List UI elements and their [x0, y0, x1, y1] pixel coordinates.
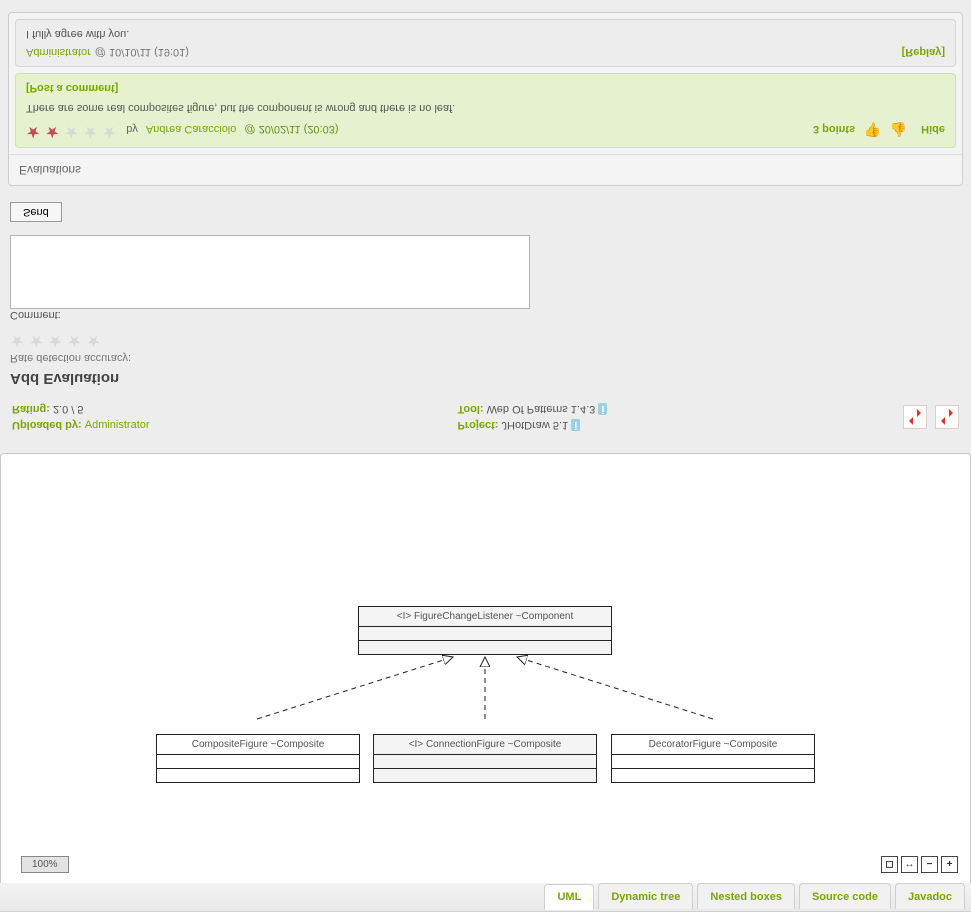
view-tabs: UML Dynamic tree Nested boxes Source cod…	[0, 883, 971, 912]
evaluations-header: Evaluations	[9, 154, 962, 185]
star-filled-icon	[45, 123, 61, 139]
star-empty-icon	[64, 123, 80, 139]
uml-class-decorator-figure[interactable]: DecoratorFigure ~Composite	[611, 734, 815, 783]
eval-points: 3 points	[813, 124, 855, 136]
comment-textarea[interactable]	[10, 235, 530, 309]
tab-dynamic-tree[interactable]: Dynamic tree	[598, 883, 693, 909]
hide-link[interactable]: Hide	[921, 124, 945, 136]
zoom-out-icon[interactable]: −	[921, 856, 938, 873]
tool-value: Web Of Patterns 1.4.3	[487, 403, 596, 415]
fit-width-icon[interactable]: ↔	[901, 856, 918, 873]
eval-stars	[26, 120, 118, 139]
reply-author-link[interactable]: Administrator	[26, 46, 91, 58]
tab-nested-boxes[interactable]: Nested boxes	[697, 883, 795, 909]
collapse-icon[interactable]	[903, 405, 927, 429]
expand-icon[interactable]	[935, 405, 959, 429]
star-3[interactable]	[48, 332, 64, 348]
star-empty-icon	[102, 123, 118, 139]
rate-accuracy-label: Rate detection accuracy:	[10, 352, 961, 364]
rating-stars	[10, 329, 961, 348]
rating-value: 2.0 / 5	[53, 403, 84, 415]
send-button[interactable]: Send	[10, 202, 62, 222]
project-label: Project:	[458, 419, 499, 431]
fit-icon[interactable]: ◻	[881, 856, 898, 873]
uml-diagram-panel: 100% ◻ ↔ − + CompositeFigure ~Composite …	[0, 453, 971, 883]
star-empty-icon	[83, 123, 99, 139]
info-icon[interactable]: i	[571, 419, 580, 431]
thumbs-up-icon[interactable]: 👍	[889, 121, 907, 139]
evaluations-panel: Evaluations by Andrea Caracciolo @ 20/02…	[8, 12, 963, 186]
uploaded-by-link[interactable]: Administrator	[85, 419, 150, 431]
tab-source-code[interactable]: Source code	[799, 883, 891, 909]
info-icon[interactable]: i	[598, 403, 607, 415]
reply-link[interactable]: [Replay]	[902, 46, 945, 58]
tab-uml[interactable]: UML	[544, 884, 594, 910]
uml-class-composite-figure[interactable]: CompositeFigure ~Composite	[156, 734, 360, 783]
thumbs-down-icon[interactable]: 👎	[863, 121, 881, 139]
post-comment-link[interactable]: [Post a comment]	[26, 82, 118, 94]
eval-body-text: There are some real composites figure, b…	[26, 102, 945, 114]
star-4[interactable]	[67, 332, 83, 348]
evaluation-item: by Andrea Caracciolo @ 20/02/11 (20:03) …	[15, 73, 956, 148]
uml-class-connection-figure[interactable]: <I> ConnectionFigure ~Composite	[373, 734, 597, 783]
uml-class-figure-change-listener[interactable]: <I> FigureChangeListener ~Component	[358, 606, 612, 655]
comment-label: Comment:	[10, 309, 961, 321]
rating-label: Rating:	[12, 403, 50, 415]
reply-body-text: I fully agree with you.	[26, 28, 945, 40]
action-buttons	[903, 405, 959, 429]
tab-javadoc[interactable]: Javadoc	[895, 883, 965, 909]
evaluation-reply: Administrator @ 10/10/11 (19:01) [Replay…	[15, 19, 956, 67]
uml-relations	[1, 454, 970, 883]
reply-timestamp: @ 10/10/11 (19:01)	[95, 46, 189, 58]
project-value: JHotDraw 5.1	[502, 419, 569, 431]
meta-info-row: Uploaded by: Administrator Rating: 2.0 /…	[6, 395, 965, 439]
star-5[interactable]	[86, 332, 102, 348]
star-1[interactable]	[10, 332, 26, 348]
eval-author-link[interactable]: Andrea Caracciolo	[146, 124, 237, 136]
star-2[interactable]	[29, 332, 45, 348]
add-evaluation-heading: Add Evaluation	[10, 370, 961, 387]
eval-by-prefix: by	[126, 124, 138, 136]
zoom-in-icon[interactable]: +	[941, 856, 958, 873]
uploaded-by-label: Uploaded by:	[12, 419, 82, 431]
star-filled-icon	[26, 123, 42, 139]
tool-label: Tool:	[458, 403, 484, 415]
zoom-level[interactable]: 100%	[21, 856, 69, 873]
eval-timestamp: @ 20/02/11 (20:03)	[244, 124, 338, 136]
diagram-toolbar: ◻ ↔ − +	[881, 856, 958, 873]
